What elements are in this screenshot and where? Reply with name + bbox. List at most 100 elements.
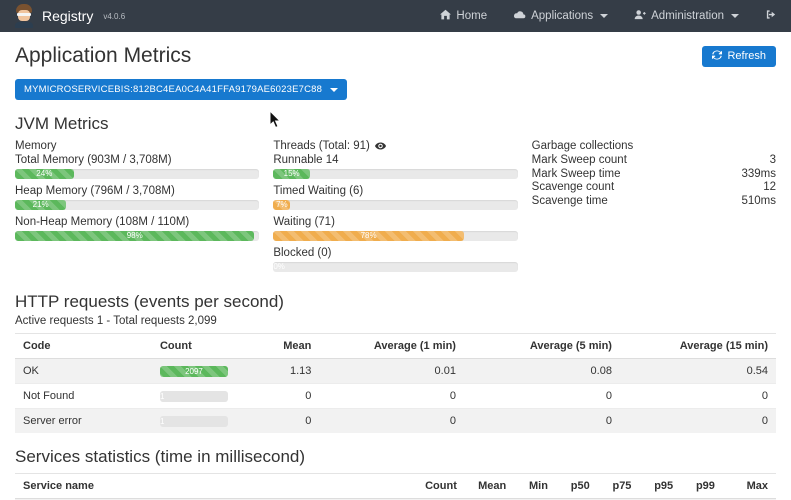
col-count: Count bbox=[417, 474, 465, 499]
avg15-cell: 0 bbox=[620, 384, 776, 409]
progress-track: 24% bbox=[15, 169, 259, 179]
nav-administration[interactable]: Administration bbox=[634, 9, 739, 23]
table-row: OK 2097 1.13 0.01 0.08 0.54 bbox=[15, 359, 776, 384]
timed-waiting-label: Timed Waiting (6) bbox=[273, 185, 517, 197]
col-mean: Mean bbox=[251, 334, 319, 359]
progress-track: 98% bbox=[15, 231, 259, 241]
count-cell: 1 bbox=[152, 384, 251, 409]
progress-bar: 24% bbox=[15, 169, 74, 179]
memory-heading: Memory bbox=[15, 140, 259, 152]
progress-bar: 78% bbox=[273, 231, 464, 241]
progress-bar: 98% bbox=[15, 231, 254, 241]
http-requests-subtitle: Active requests 1 - Total requests 2,099 bbox=[15, 315, 776, 327]
threads-heading: Threads (Total: 91) bbox=[273, 140, 370, 152]
nav-administration-label: Administration bbox=[651, 10, 724, 22]
sign-out-icon bbox=[765, 9, 777, 23]
progress-track: 21% bbox=[15, 200, 259, 210]
gc-heading: Garbage collections bbox=[532, 140, 776, 152]
gc-row: Mark Sweep time 339ms bbox=[532, 168, 776, 182]
gc-label: Scavenge time bbox=[532, 195, 608, 209]
gc-row: Scavenge count 12 bbox=[532, 181, 776, 195]
avg15-cell: 0 bbox=[620, 409, 776, 434]
nav-home-label: Home bbox=[456, 10, 487, 22]
navbar: Registry v4.0.6 Home Applications Admini… bbox=[0, 0, 791, 32]
memory-column: Memory Total Memory (903M / 3,708M) 24% … bbox=[15, 140, 259, 278]
brand-version: v4.0.6 bbox=[103, 12, 125, 21]
nonheap-memory-metric: Non-Heap Memory (108M / 110M) 98% bbox=[15, 216, 259, 241]
heap-memory-metric: Heap Memory (796M / 3,708M) 21% bbox=[15, 185, 259, 210]
eye-icon[interactable] bbox=[375, 142, 386, 150]
avg5-cell: 0 bbox=[464, 409, 620, 434]
progress-bar: 21% bbox=[15, 200, 66, 210]
progress-track: 78% bbox=[273, 231, 517, 241]
code-cell: OK bbox=[15, 359, 152, 384]
services-statistics-table: Service name Count Mean Min p50 p75 p95 … bbox=[15, 473, 776, 500]
gc-value: 510ms bbox=[741, 195, 776, 209]
refresh-label: Refresh bbox=[727, 50, 766, 62]
users-icon bbox=[634, 9, 646, 23]
col-p95: p95 bbox=[639, 474, 681, 499]
table-row: Not Found 1 0 0 0 0 bbox=[15, 384, 776, 409]
chevron-down-icon bbox=[731, 14, 739, 18]
avg5-cell: 0 bbox=[464, 384, 620, 409]
progress-bar: 15% bbox=[273, 169, 310, 179]
nav-applications-label: Applications bbox=[531, 10, 593, 22]
home-icon bbox=[440, 9, 451, 23]
table-row: Server error 1 0 0 0 0 bbox=[15, 409, 776, 434]
mean-cell: 0 bbox=[251, 384, 319, 409]
mean-cell: 0 bbox=[251, 409, 319, 434]
progress-track: 2097 bbox=[160, 366, 228, 377]
progress-value: 7% bbox=[273, 200, 290, 210]
http-requests-table: Code Count Mean Average (1 min) Average … bbox=[15, 333, 776, 433]
instance-selector-dropdown[interactable]: MYMICROSERVICEBIS:812BC4EA0C4A41FFA9179A… bbox=[15, 79, 347, 100]
total-memory-metric: Total Memory (903M / 3,708M) 24% bbox=[15, 154, 259, 179]
garbage-collections-column: Garbage collections Mark Sweep count 3 M… bbox=[532, 140, 776, 278]
col-mean: Mean bbox=[465, 474, 514, 499]
refresh-button[interactable]: Refresh bbox=[702, 46, 776, 67]
col-avg-15min: Average (15 min) bbox=[620, 334, 776, 359]
gc-label: Mark Sweep count bbox=[532, 154, 627, 168]
brand-name: Registry bbox=[42, 8, 93, 24]
page-title: Application Metrics bbox=[15, 44, 191, 68]
progress-value: 2097 bbox=[160, 366, 228, 377]
runnable-metric: Runnable 14 15% bbox=[273, 154, 517, 179]
runnable-label: Runnable 14 bbox=[273, 154, 517, 166]
nav-signout[interactable] bbox=[765, 9, 777, 23]
code-cell: Server error bbox=[15, 409, 152, 434]
progress-value: 78% bbox=[273, 231, 464, 241]
nav-applications[interactable]: Applications bbox=[513, 10, 608, 23]
col-avg-1min: Average (1 min) bbox=[319, 334, 464, 359]
total-memory-label: Total Memory (903M / 3,708M) bbox=[15, 154, 259, 166]
refresh-icon bbox=[712, 50, 722, 63]
chevron-down-icon bbox=[600, 14, 608, 18]
gc-value: 3 bbox=[770, 154, 776, 168]
col-service-name: Service name bbox=[15, 474, 417, 499]
progress-track: 15% bbox=[273, 169, 517, 179]
progress-bar: 7% bbox=[273, 200, 290, 210]
nav-home[interactable]: Home bbox=[440, 9, 487, 23]
col-p99: p99 bbox=[681, 474, 723, 499]
gc-row: Mark Sweep count 3 bbox=[532, 154, 776, 168]
table-header-row: Service name Count Mean Min p50 p75 p95 … bbox=[15, 474, 776, 499]
table-header-row: Code Count Mean Average (1 min) Average … bbox=[15, 334, 776, 359]
col-p50: p50 bbox=[556, 474, 598, 499]
col-code: Code bbox=[15, 334, 152, 359]
col-avg-5min: Average (5 min) bbox=[464, 334, 620, 359]
gc-label: Scavenge count bbox=[532, 181, 614, 195]
avg5-cell: 0.08 bbox=[464, 359, 620, 384]
cloud-icon bbox=[513, 10, 526, 23]
threads-column: Threads (Total: 91) Runnable 14 15% Time… bbox=[273, 140, 517, 278]
gc-label: Mark Sweep time bbox=[532, 168, 621, 182]
waiting-label: Waiting (71) bbox=[273, 216, 517, 228]
code-cell: Not Found bbox=[15, 384, 152, 409]
http-requests-heading: HTTP requests (events per second) bbox=[15, 292, 776, 312]
progress-value: 21% bbox=[15, 200, 66, 210]
avg1-cell: 0.01 bbox=[319, 359, 464, 384]
blocked-label: Blocked (0) bbox=[273, 247, 517, 259]
brand-link[interactable]: Registry v4.0.6 bbox=[14, 4, 125, 28]
progress-bar: 2097 bbox=[160, 366, 228, 377]
progress-track: 1 bbox=[160, 416, 228, 427]
nonheap-memory-label: Non-Heap Memory (108M / 110M) bbox=[15, 216, 259, 228]
gc-row: Scavenge time 510ms bbox=[532, 195, 776, 209]
avg1-cell: 0 bbox=[319, 384, 464, 409]
